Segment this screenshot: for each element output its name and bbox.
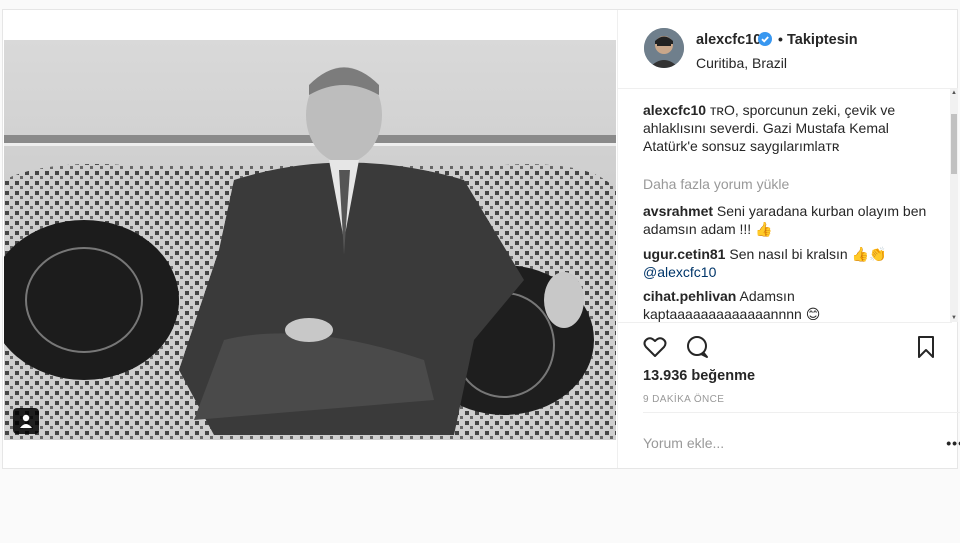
comments-list: alexcfc10 ᴛʀO, sporcunun zeki, çevik ve …	[618, 89, 952, 323]
likes-count[interactable]: 13.936 beğenme	[643, 368, 755, 384]
comment-mention-link[interactable]: @alexcfc10	[643, 264, 716, 280]
follow-status-button[interactable]: Takiptesin	[787, 32, 858, 48]
post-sidebar: alexcfc10 • Takiptesin Curitiba, Brazil …	[617, 10, 960, 469]
heart-icon[interactable]	[642, 334, 668, 360]
comment-username[interactable]: cihat.pehlivan	[643, 288, 736, 304]
bookmark-icon[interactable]	[913, 334, 939, 360]
comment-username[interactable]: avsrahmet	[643, 203, 713, 219]
location-link[interactable]: Curitiba, Brazil	[696, 55, 787, 71]
post-card: alexcfc10 • Takiptesin Curitiba, Brazil …	[2, 9, 960, 469]
list-item: avsrahmet Seni yaradana kurban olayım be…	[643, 202, 933, 238]
comment-text: Sen nasıl bi kralsın 👍👏	[725, 246, 887, 262]
scrollbar-thumb[interactable]	[951, 114, 957, 174]
load-more-comments-link[interactable]: Daha fazla yorum yükle	[643, 176, 789, 192]
post-photo[interactable]	[4, 40, 616, 440]
post-header: alexcfc10 • Takiptesin Curitiba, Brazil	[618, 10, 958, 89]
list-item: cihat.pehlivan Adamsın kaptaaaaaaaaaaaaa…	[643, 287, 933, 322]
list-item: ugur.cetin81 Sen nasıl bi kralsın 👍👏 @al…	[643, 245, 933, 281]
user-tag-icon[interactable]	[13, 408, 39, 434]
comment-username[interactable]: ugur.cetin81	[643, 246, 725, 262]
comment-input[interactable]: Yorum ekle...	[643, 435, 724, 451]
verified-badge-icon	[758, 32, 772, 46]
post-media	[3, 10, 617, 468]
action-bar	[618, 328, 958, 368]
comments-scrollbar[interactable]: ▲ ▼	[950, 89, 958, 322]
caption-username[interactable]: alexcfc10	[643, 102, 706, 118]
comment-bubble-icon[interactable]	[684, 334, 710, 360]
more-options-icon[interactable]: •••	[946, 435, 960, 451]
scroll-down-arrow-icon[interactable]: ▼	[950, 314, 958, 322]
add-comment-bar: Yorum ekle... •••	[643, 412, 960, 469]
separator-dot: •	[778, 31, 783, 47]
username-link[interactable]: alexcfc10	[696, 32, 761, 48]
post-timestamp[interactable]: 9 DAKİKA ÖNCE	[643, 394, 724, 405]
scroll-up-arrow-icon[interactable]: ▲	[950, 89, 958, 97]
avatar[interactable]	[644, 28, 684, 68]
caption: alexcfc10 ᴛʀO, sporcunun zeki, çevik ve …	[643, 101, 933, 155]
